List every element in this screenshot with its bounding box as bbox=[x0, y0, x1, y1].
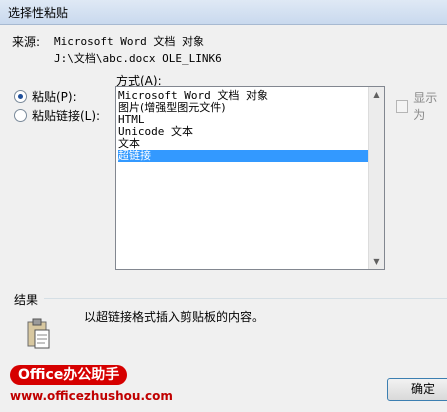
display-as-icon-checkbox[interactable] bbox=[396, 99, 409, 113]
list-item-selected[interactable]: 超链接 bbox=[118, 150, 368, 162]
list-item[interactable]: 文本 bbox=[118, 138, 368, 150]
dialog-title: 选择性粘贴 bbox=[8, 6, 69, 20]
paste-link-radio-option[interactable]: 粘贴链接(L): bbox=[14, 107, 100, 124]
paste-link-radio[interactable] bbox=[14, 109, 27, 122]
source-object: Microsoft Word 文档 对象 bbox=[54, 35, 204, 48]
result-description: 以超链接格式插入剪贴板的内容。 bbox=[84, 310, 265, 324]
scroll-down-icon[interactable]: ▼ bbox=[369, 254, 384, 269]
source-label: 来源: bbox=[12, 35, 41, 49]
result-group-label: 结果 bbox=[14, 293, 39, 307]
display-as-icon-option[interactable]: 显示为 bbox=[396, 89, 447, 123]
list-item[interactable]: Unicode 文本 bbox=[118, 126, 368, 138]
watermark-logo: Office办公助手 bbox=[10, 365, 128, 385]
scroll-up-icon[interactable]: ▲ bbox=[369, 87, 384, 102]
ok-button[interactable]: 确定 bbox=[387, 378, 447, 401]
title-bar: 选择性粘贴 bbox=[0, 0, 447, 25]
format-listbox[interactable]: Microsoft Word 文档 对象 图片(增强型图元文件) HTML Un… bbox=[115, 86, 385, 270]
paste-link-radio-label: 粘贴链接(L): bbox=[32, 109, 101, 123]
paste-radio-option[interactable]: 粘贴(P): bbox=[14, 88, 77, 105]
display-as-icon-label: 显示为 bbox=[413, 91, 438, 122]
listbox-scrollbar[interactable]: ▲ ▼ bbox=[368, 87, 384, 269]
source-path: J:\文档\abc.docx OLE_LINK6 bbox=[54, 52, 222, 65]
watermark-url: www.officezhushou.com bbox=[10, 389, 173, 403]
list-item[interactable]: 图片(增强型图元文件) bbox=[118, 102, 368, 114]
paste-radio[interactable] bbox=[14, 90, 27, 103]
clipboard-icon bbox=[27, 318, 50, 349]
paste-radio-label: 粘贴(P): bbox=[32, 90, 77, 104]
result-group-divider bbox=[44, 298, 447, 299]
